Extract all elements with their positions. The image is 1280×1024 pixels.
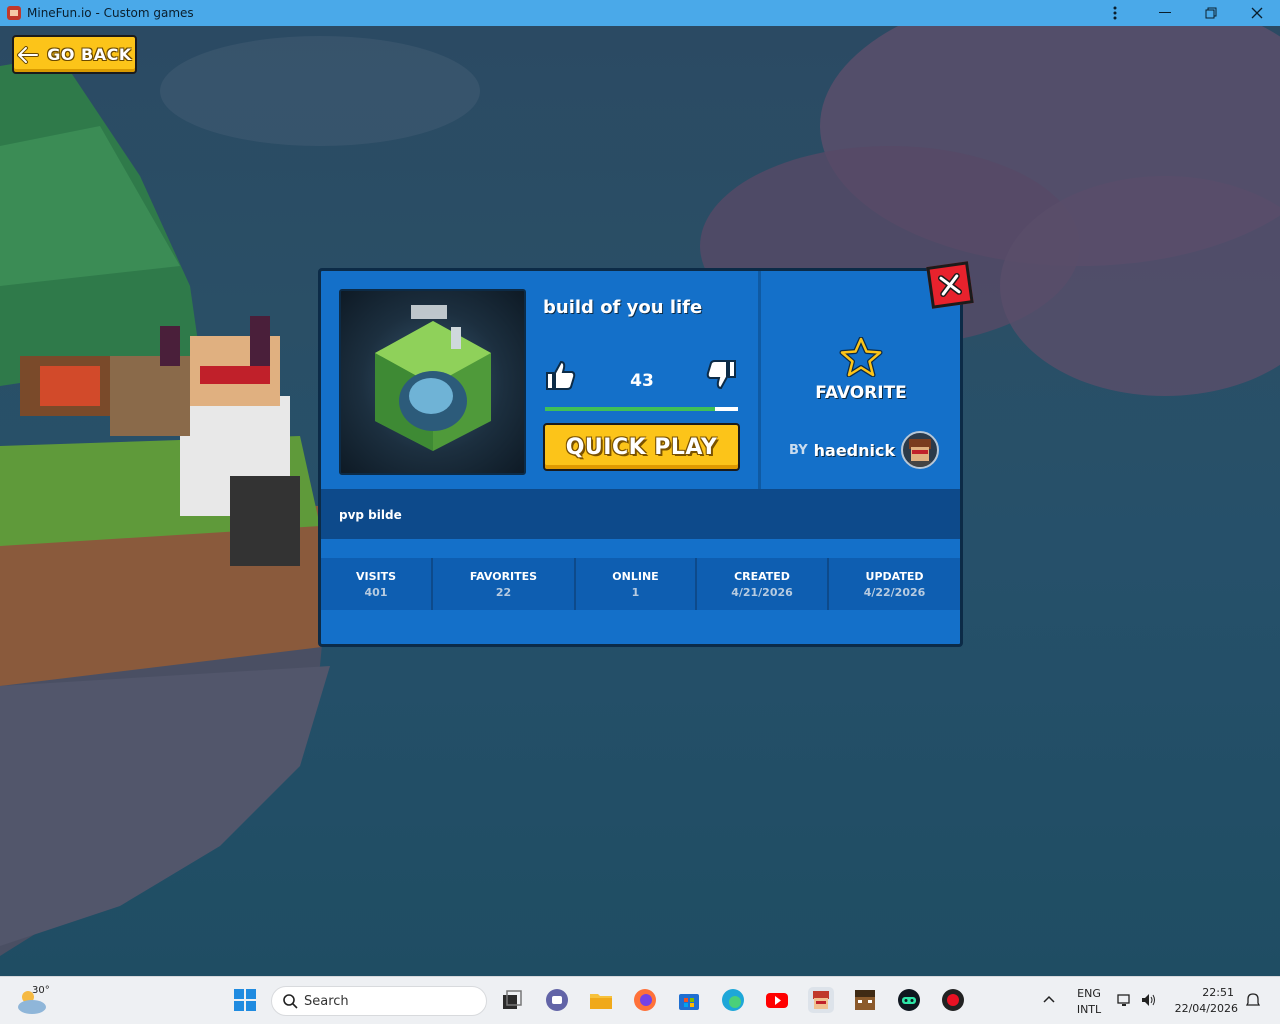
- store-icon[interactable]: [676, 987, 702, 1013]
- kebab-menu-icon[interactable]: [1092, 0, 1138, 26]
- language-bottom[interactable]: INTL: [1072, 1003, 1106, 1016]
- window-titlebar: MineFun.io - Custom games: [0, 0, 1280, 26]
- copilot-icon[interactable]: [896, 987, 922, 1013]
- arrow-left-icon: [17, 45, 40, 64]
- thumbs-down-icon[interactable]: [705, 359, 739, 391]
- search-placeholder: Search: [304, 993, 349, 1009]
- stat-updated: UPDATED 4/22/2026: [829, 558, 960, 610]
- stat-visits: VISITS 401: [321, 558, 433, 610]
- stat-value: 4/21/2026: [731, 585, 793, 599]
- record-icon[interactable]: [940, 987, 966, 1013]
- stat-value: 22: [495, 585, 512, 599]
- minimize-icon[interactable]: [1142, 0, 1188, 26]
- cliff-rock: [0, 666, 330, 946]
- star-icon: [839, 337, 883, 377]
- clock-time[interactable]: 22:51: [1172, 986, 1234, 999]
- like-ratio-bar: [545, 407, 738, 411]
- window-title: MineFun.io - Custom games: [27, 6, 194, 20]
- stat-created: CREATED 4/21/2026: [697, 558, 829, 610]
- close-modal-button[interactable]: [926, 261, 974, 309]
- clock-date[interactable]: 22/04/2026: [1168, 1002, 1238, 1015]
- favorite-label: FAVORITE: [815, 383, 907, 403]
- close-icon[interactable]: [1234, 0, 1280, 26]
- minefun-icon[interactable]: [808, 987, 834, 1013]
- task-view-icon[interactable]: [499, 987, 525, 1013]
- game-thumbnail: [339, 289, 526, 475]
- taskbar-search[interactable]: Search: [271, 986, 487, 1016]
- vertical-divider: [758, 271, 761, 489]
- game-details-modal: build of you life 43 QUICK PLAY FAVORITE…: [318, 261, 974, 647]
- quick-play-label: QUICK PLAY: [565, 434, 718, 460]
- youtube-icon[interactable]: [764, 987, 790, 1013]
- taskbar: 30° Search ENG INTL 22:51 22/04/2026: [0, 976, 1280, 1024]
- stat-label: VISITS: [355, 569, 397, 583]
- thumbs-up-icon[interactable]: [543, 359, 577, 391]
- search-icon: [283, 994, 298, 1009]
- stat-favorites: FAVORITES 22: [433, 558, 576, 610]
- file-explorer-icon[interactable]: [588, 987, 614, 1013]
- volume-icon[interactable]: [1140, 991, 1158, 1009]
- stat-value: 1: [631, 585, 640, 599]
- minefun-app-icon: [7, 6, 21, 20]
- edge-icon[interactable]: [720, 987, 746, 1013]
- minecraft-icon[interactable]: [852, 987, 878, 1013]
- stat-label: ONLINE: [612, 569, 659, 583]
- close-x-icon: [937, 272, 963, 298]
- game-title: build of you life: [543, 297, 703, 318]
- author-name[interactable]: haednick: [814, 441, 896, 460]
- like-ratio-fill: [545, 407, 715, 411]
- stat-online: ONLINE 1: [576, 558, 697, 610]
- by-label: BY: [789, 442, 808, 458]
- restore-icon[interactable]: [1188, 0, 1234, 26]
- chevron-up-icon[interactable]: [1040, 991, 1058, 1009]
- author-info: BY haednick: [789, 431, 940, 469]
- stat-label: FAVORITES: [469, 569, 538, 583]
- teams-icon[interactable]: [544, 987, 570, 1013]
- description-text: pvp bilde: [339, 508, 402, 522]
- language-top[interactable]: ENG: [1072, 987, 1106, 1000]
- go-back-button[interactable]: GO BACK: [12, 35, 137, 74]
- like-count: 43: [630, 371, 654, 391]
- stats-row: VISITS 401 FAVORITES 22 ONLINE 1 CREATED…: [321, 558, 960, 610]
- game-description: pvp bilde: [321, 489, 960, 539]
- stat-value: 401: [364, 585, 388, 599]
- start-icon[interactable]: [232, 987, 258, 1013]
- notification-bell-icon[interactable]: [1244, 991, 1262, 1009]
- weather-temp: 30°: [32, 985, 50, 996]
- stat-label: UPDATED: [865, 569, 924, 583]
- favorite-button[interactable]: FAVORITE: [791, 337, 931, 403]
- firefox-icon[interactable]: [632, 987, 658, 1013]
- author-avatar[interactable]: [901, 431, 940, 469]
- quick-play-button[interactable]: QUICK PLAY: [543, 423, 740, 471]
- network-icon[interactable]: [1116, 991, 1134, 1009]
- stat-label: CREATED: [734, 569, 790, 583]
- stat-value: 4/22/2026: [863, 585, 926, 599]
- go-back-label: GO BACK: [47, 45, 132, 64]
